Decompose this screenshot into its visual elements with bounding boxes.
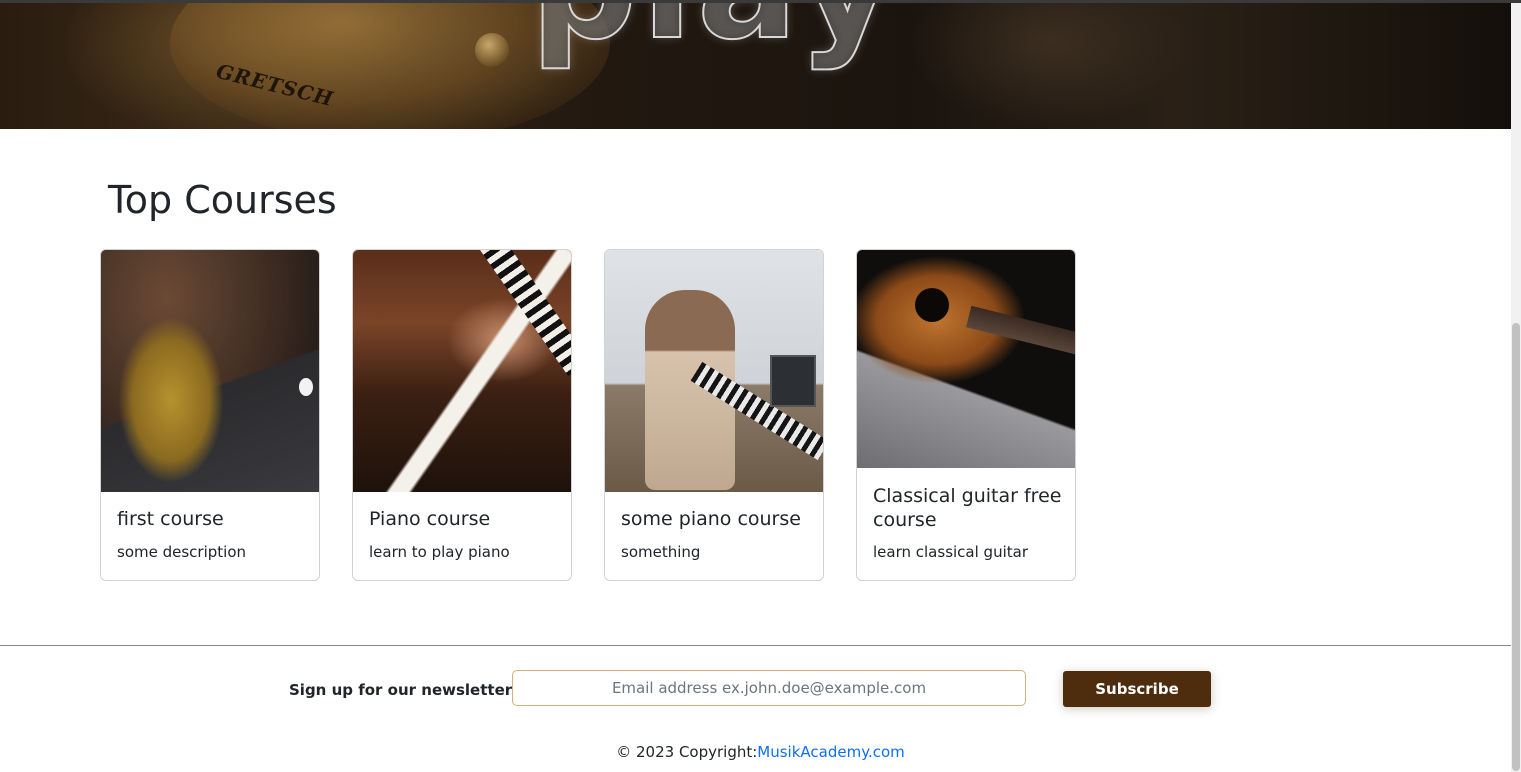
course-image-acoustic-guitar[interactable] (857, 250, 1075, 468)
hero-guitar-knob (475, 33, 509, 67)
subscribe-button[interactable]: Subscribe (1063, 671, 1211, 707)
guitar-neck-image (966, 305, 1075, 357)
course-image-guitar-laptop[interactable] (101, 250, 319, 492)
piano-keys-image (476, 250, 571, 376)
course-description: something (621, 543, 701, 561)
course-title[interactable]: Classical guitar free course (873, 484, 1063, 532)
course-description: learn to play piano (369, 543, 510, 561)
course-title[interactable]: first course (117, 507, 307, 531)
hero-banner: GRETSCH play (0, 3, 1511, 129)
hero-word: play (529, 3, 899, 62)
course-title[interactable]: Piano course (369, 507, 559, 531)
copyright: © 2023 Copyright:MusikAcademy.com (0, 742, 1521, 762)
course-title[interactable]: some piano course (621, 507, 811, 531)
course-description: some description (117, 543, 247, 561)
top-courses-title: Top Courses (108, 178, 337, 222)
scrollbar-thumb[interactable] (1512, 323, 1520, 771)
course-card[interactable]: Classical guitar free course learn class… (856, 249, 1076, 581)
course-description: learn classical guitar (873, 543, 1028, 561)
course-card[interactable]: Piano course learn to play piano (352, 249, 572, 581)
page-scrollbar[interactable] (1511, 3, 1521, 772)
newsletter-email-input[interactable] (512, 670, 1026, 706)
course-card[interactable]: first course some description (100, 249, 320, 581)
laptop-image (770, 355, 816, 407)
newsletter-label: Sign up for our newsletter (289, 681, 513, 699)
course-card[interactable]: some piano course something (604, 249, 824, 581)
footer-divider (0, 645, 1511, 646)
guitar-soundhole-image (915, 288, 949, 322)
course-image-piano[interactable] (353, 250, 571, 492)
copyright-text: © 2023 Copyright: (616, 743, 758, 761)
laptop-logo-icon (299, 378, 313, 396)
course-image-keyboard[interactable] (605, 250, 823, 492)
copyright-link[interactable]: MusikAcademy.com (757, 743, 904, 761)
